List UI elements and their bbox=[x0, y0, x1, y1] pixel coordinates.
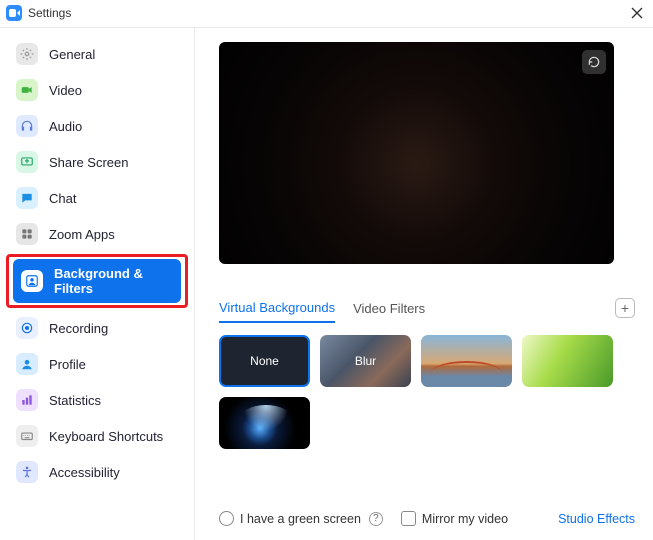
sidebar-item-background-filters[interactable]: Background & Filters bbox=[13, 259, 181, 303]
plus-icon: + bbox=[621, 301, 629, 315]
highlight-annotation: Background & Filters bbox=[6, 254, 188, 308]
close-button[interactable] bbox=[629, 5, 645, 21]
keyboard-icon bbox=[16, 425, 38, 447]
checkbox-mirror-video[interactable]: Mirror my video bbox=[401, 511, 508, 526]
rotate-icon bbox=[587, 55, 601, 69]
tile-label: None bbox=[250, 354, 279, 368]
sidebar-item-label: Video bbox=[49, 83, 82, 98]
tile-label: Blur bbox=[355, 354, 376, 368]
sidebar: General Video Audio Share Screen Chat Zo… bbox=[0, 28, 195, 540]
sidebar-item-statistics[interactable]: Statistics bbox=[0, 382, 194, 418]
sidebar-item-keyboard-shortcuts[interactable]: Keyboard Shortcuts bbox=[0, 418, 194, 454]
gear-icon bbox=[16, 43, 38, 65]
window-title: Settings bbox=[28, 6, 71, 20]
tab-virtual-backgrounds[interactable]: Virtual Backgrounds bbox=[219, 300, 335, 323]
sidebar-item-label: Recording bbox=[49, 321, 108, 336]
sidebar-item-chat[interactable]: Chat bbox=[0, 180, 194, 216]
sidebar-item-label: Keyboard Shortcuts bbox=[49, 429, 163, 444]
bar-chart-icon bbox=[16, 389, 38, 411]
apps-icon bbox=[16, 223, 38, 245]
sidebar-item-recording[interactable]: Recording bbox=[0, 310, 194, 346]
content: General Video Audio Share Screen Chat Zo… bbox=[0, 28, 653, 540]
headphones-icon bbox=[16, 115, 38, 137]
share-screen-icon bbox=[16, 151, 38, 173]
chat-icon bbox=[16, 187, 38, 209]
sidebar-item-audio[interactable]: Audio bbox=[0, 108, 194, 144]
sidebar-item-label: Accessibility bbox=[49, 465, 120, 480]
sidebar-item-share-screen[interactable]: Share Screen bbox=[0, 144, 194, 180]
sidebar-item-label: Profile bbox=[49, 357, 86, 372]
sidebar-item-label: Chat bbox=[49, 191, 76, 206]
sidebar-item-zoom-apps[interactable]: Zoom Apps bbox=[0, 216, 194, 252]
studio-effects-link[interactable]: Studio Effects bbox=[558, 512, 635, 526]
add-background-button[interactable]: + bbox=[615, 298, 635, 318]
titlebar-left: Settings bbox=[6, 5, 71, 21]
sidebar-item-label: Statistics bbox=[49, 393, 101, 408]
video-preview bbox=[219, 42, 614, 264]
record-icon bbox=[16, 317, 38, 339]
sidebar-item-label: Zoom Apps bbox=[49, 227, 115, 242]
backgrounds-grid: None Blur bbox=[219, 335, 635, 449]
checkbox-box-icon bbox=[401, 511, 416, 526]
main-panel: Virtual Backgrounds Video Filters + None… bbox=[195, 28, 653, 540]
help-icon[interactable]: ? bbox=[369, 512, 383, 526]
person-icon bbox=[16, 353, 38, 375]
checkbox-label: I have a green screen bbox=[240, 512, 361, 526]
sidebar-item-general[interactable]: General bbox=[0, 36, 194, 72]
sidebar-item-video[interactable]: Video bbox=[0, 72, 194, 108]
zoom-app-icon bbox=[6, 5, 22, 21]
bottom-options: I have a green screen ? Mirror my video … bbox=[219, 511, 635, 526]
sidebar-item-profile[interactable]: Profile bbox=[0, 346, 194, 382]
close-icon bbox=[631, 7, 643, 19]
checkbox-label: Mirror my video bbox=[422, 512, 508, 526]
background-tile-grass[interactable] bbox=[522, 335, 613, 387]
rotate-camera-button[interactable] bbox=[582, 50, 606, 74]
background-tile-none[interactable]: None bbox=[219, 335, 310, 387]
accessibility-icon bbox=[16, 461, 38, 483]
video-icon bbox=[16, 79, 38, 101]
sidebar-item-label: Audio bbox=[49, 119, 82, 134]
checkbox-green-screen[interactable]: I have a green screen ? bbox=[219, 511, 383, 526]
sidebar-item-label: Share Screen bbox=[49, 155, 129, 170]
tab-video-filters[interactable]: Video Filters bbox=[353, 301, 425, 322]
titlebar: Settings bbox=[0, 0, 653, 28]
sidebar-item-accessibility[interactable]: Accessibility bbox=[0, 454, 194, 490]
checkbox-box-icon bbox=[219, 511, 234, 526]
background-tile-earth[interactable] bbox=[219, 397, 310, 449]
tabs: Virtual Backgrounds Video Filters + bbox=[219, 300, 635, 323]
sidebar-item-label: Background & Filters bbox=[54, 266, 169, 296]
sidebar-item-label: General bbox=[49, 47, 95, 62]
background-tile-blur[interactable]: Blur bbox=[320, 335, 411, 387]
background-tile-bridge[interactable] bbox=[421, 335, 512, 387]
person-frame-icon bbox=[21, 270, 43, 292]
